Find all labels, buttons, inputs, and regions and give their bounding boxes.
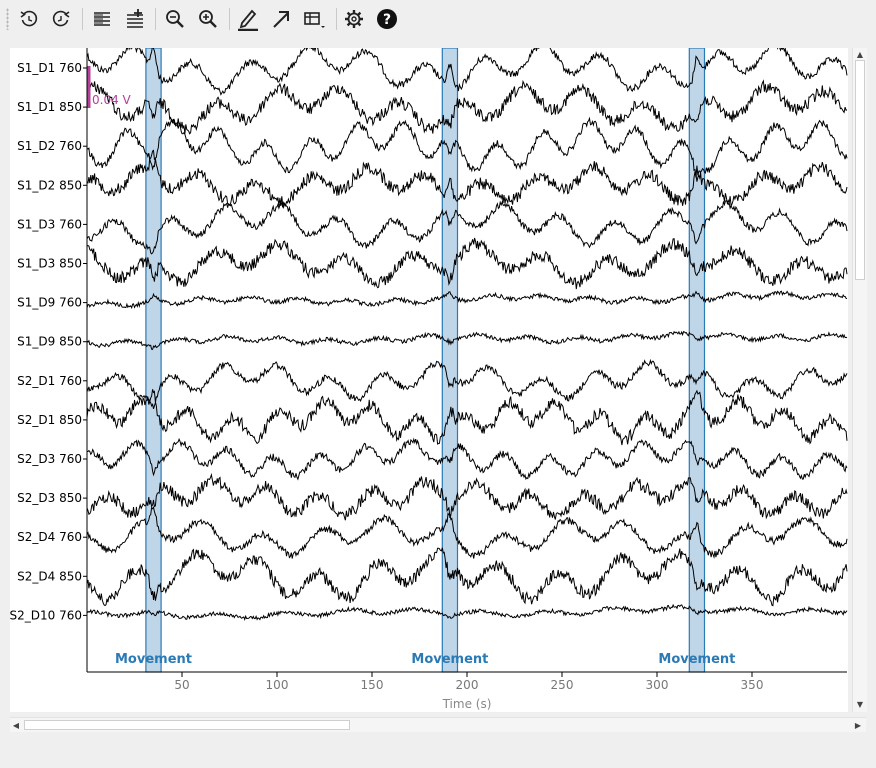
svg-text:?: ? xyxy=(383,12,391,28)
help-button[interactable]: ? xyxy=(373,5,401,33)
x-tick-label: 150 xyxy=(361,678,384,692)
annotation-label-0: Movement xyxy=(115,652,192,667)
toolbar-grip[interactable] xyxy=(6,8,9,30)
x-tick-label: 350 xyxy=(741,678,764,692)
channel-label[interactable]: S1_D3 760 xyxy=(17,217,82,231)
channel-label[interactable]: S1_D2 850 xyxy=(17,178,82,192)
channel-label[interactable]: S1_D9 850 xyxy=(17,335,82,349)
x-tick-label: 100 xyxy=(266,678,289,692)
forward-time-icon xyxy=(52,10,70,27)
horizontal-scrollbar[interactable]: ◀ ▶ xyxy=(10,717,866,732)
trace-s2_d3-760[interactable] xyxy=(87,437,848,481)
channel-label[interactable]: S2_D4 850 xyxy=(17,569,82,583)
channel-label[interactable]: S2_D10 760 xyxy=(10,608,82,622)
x-tick-label: 250 xyxy=(551,678,574,692)
zoom-out-icon xyxy=(166,10,184,28)
channel-label[interactable]: S1_D9 760 xyxy=(17,296,82,310)
annotation-label-2: Movement xyxy=(658,652,735,667)
scale-button[interactable] xyxy=(267,5,295,33)
channel-label[interactable]: S1_D2 760 xyxy=(17,139,82,153)
more-channels-icon xyxy=(127,9,143,28)
trace-s2_d3-850[interactable] xyxy=(86,472,848,521)
more-channels-button[interactable] xyxy=(121,5,149,33)
zoom-out-button[interactable] xyxy=(161,5,189,33)
trace-s1_d3-760[interactable] xyxy=(86,200,848,255)
scroll-down-arrow-icon[interactable]: ▼ xyxy=(854,698,866,710)
channel-label[interactable]: S1_D1 850 xyxy=(17,100,82,114)
rewind-button[interactable] xyxy=(15,5,43,33)
rewind-time-icon xyxy=(20,10,38,27)
projector-button[interactable] xyxy=(300,5,328,33)
zoom-in-button[interactable] xyxy=(194,5,222,33)
trace-s1_d9-850[interactable] xyxy=(86,330,848,350)
vertical-scroll-thumb[interactable] xyxy=(855,60,865,280)
fewer-channels-button[interactable] xyxy=(88,5,116,33)
channel-label[interactable]: S2_D3 760 xyxy=(17,452,82,466)
x-tick-label: 50 xyxy=(174,678,189,692)
channel-label[interactable]: S1_D1 760 xyxy=(17,61,82,75)
trace-s2_d4-850[interactable] xyxy=(86,547,848,607)
trace-s1_d1-850[interactable] xyxy=(86,79,848,135)
x-tick-label: 200 xyxy=(456,678,479,692)
vertical-scrollbar[interactable]: ▲ ▼ xyxy=(852,48,867,712)
channel-label[interactable]: S2_D1 850 xyxy=(17,413,82,427)
scroll-up-arrow-icon[interactable]: ▲ xyxy=(854,48,866,60)
forward-button[interactable] xyxy=(47,5,75,33)
time-series-chart[interactable]: 50 100 150 200 250 300 350 Time (s) 0.04 V Movem… xyxy=(10,48,848,712)
annotation-label-1: Movement xyxy=(411,652,488,667)
trace-s1_d9-760[interactable] xyxy=(86,290,848,310)
arrow-icon xyxy=(273,11,289,28)
scroll-right-arrow-icon[interactable]: ▶ xyxy=(852,719,864,731)
scroll-left-arrow-icon[interactable]: ◀ xyxy=(10,719,22,731)
plot-area[interactable]: 50 100 150 200 250 300 350 Time (s) 0.04 V Movem… xyxy=(10,48,848,712)
fewer-channels-icon xyxy=(94,12,110,26)
scale-bar-label: 0.04 V xyxy=(92,93,132,107)
pencil-icon xyxy=(238,9,258,31)
trace-s2_d1-760[interactable] xyxy=(86,358,848,410)
x-tick-label: 300 xyxy=(646,678,669,692)
table-dropdown-icon xyxy=(304,12,325,28)
gear-icon xyxy=(345,10,363,28)
x-axis-label: Time (s) xyxy=(442,697,492,711)
horizontal-scroll-thumb[interactable] xyxy=(24,720,350,730)
channel-label[interactable]: S1_D3 850 xyxy=(17,257,82,271)
toolbar: ? xyxy=(0,0,876,40)
trace-s1_d2-850[interactable] xyxy=(86,149,848,210)
channel-label[interactable]: S2_D3 850 xyxy=(17,491,82,505)
channel-label[interactable]: S2_D4 760 xyxy=(17,530,82,544)
trace-s1_d3-850[interactable] xyxy=(86,237,848,290)
trace-s1_d1-760[interactable] xyxy=(86,48,848,96)
trace-s2_d4-760[interactable] xyxy=(86,506,848,559)
annotate-button[interactable] xyxy=(234,5,262,33)
zoom-in-icon xyxy=(199,10,217,28)
settings-button[interactable] xyxy=(340,5,368,33)
trace-s2_d10-760[interactable] xyxy=(86,603,848,621)
channel-label[interactable]: S2_D1 760 xyxy=(17,374,82,388)
annotation-span-2[interactable] xyxy=(688,48,706,673)
help-icon: ? xyxy=(377,9,397,29)
